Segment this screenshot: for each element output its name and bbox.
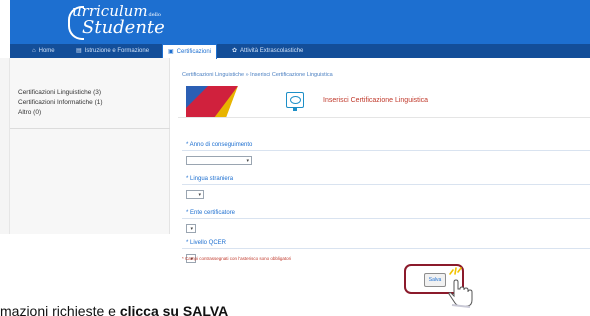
- hand-cursor-icon: [448, 279, 473, 308]
- required-fields-note: * Campi contrassegnati con l'asterisco s…: [182, 256, 292, 261]
- anno-select[interactable]: ▾: [186, 156, 252, 165]
- banner-flag-graphic: [186, 86, 238, 117]
- activity-icon: ✿: [232, 48, 238, 54]
- app-header: urriculumdello Studente: [10, 0, 590, 44]
- page-banner: Inserisci Certificazione Linguistica: [178, 86, 590, 118]
- breadcrumb[interactable]: Certificazioni Linguistiche » Inserisci …: [182, 72, 333, 78]
- main-content: Certificazioni Linguistiche » Inserisci …: [178, 58, 590, 303]
- main-nav: ⌂ Home ▤ Istruzione e Formazione ▣ Certific…: [10, 44, 590, 59]
- sidebar-divider: [10, 128, 170, 129]
- nav-item-home[interactable]: ⌂ Home: [32, 44, 55, 58]
- sidebar-item-informatiche[interactable]: Certificazioni Informatiche (1): [10, 98, 170, 108]
- field-label-lingua: * Lingua straniera: [186, 176, 234, 182]
- nav-item-attivita[interactable]: ✿ Attività Extrascolastiche: [232, 44, 303, 58]
- chevron-down-icon: ▾: [246, 158, 249, 164]
- home-icon: ⌂: [32, 48, 36, 54]
- field-divider: [182, 184, 590, 185]
- ente-select[interactable]: ▾: [186, 224, 196, 233]
- lingua-select[interactable]: ▾: [186, 190, 204, 199]
- chevron-down-icon: ▾: [198, 192, 201, 198]
- left-panel-edge: [0, 58, 10, 234]
- field-label-livello: * Livello QCER: [186, 240, 227, 246]
- field-divider: [182, 248, 590, 249]
- sidebar-item-linguistiche[interactable]: Certificazioni Linguistiche (3): [10, 88, 170, 98]
- caption-text: mazioni richieste e: [0, 303, 120, 316]
- instruction-caption: mazioni richieste e clicca su SALVA: [0, 303, 228, 316]
- education-icon: ▤: [76, 48, 82, 54]
- sidebar-list: Certificazioni Linguistiche (3) Certific…: [10, 88, 170, 118]
- field-label-anno: * Anno di conseguimento: [186, 142, 253, 148]
- field-label-ente: * Ente certificatore: [186, 210, 236, 216]
- sidebar-item-altro[interactable]: Altro (0): [10, 108, 170, 118]
- certificate-icon: ▣: [168, 49, 174, 55]
- field-divider: [182, 150, 590, 151]
- field-divider: [182, 218, 590, 219]
- nav-item-istruzione[interactable]: ▤ Istruzione e Formazione: [76, 44, 149, 58]
- save-button[interactable]: Salva: [424, 273, 446, 287]
- sidebar: Certificazioni Linguistiche (3) Certific…: [10, 58, 170, 234]
- caption-bold-text: clicca su SALVA: [119, 303, 229, 316]
- certificate-icon: [286, 92, 304, 111]
- logo-bottom-text: Studente: [82, 17, 165, 38]
- nav-item-certificazioni[interactable]: ▣ Certificazioni: [162, 44, 218, 59]
- page-title: Inserisci Certificazione Linguistica: [323, 97, 429, 104]
- sparkle-icon: [449, 267, 462, 275]
- chevron-down-icon: ▾: [190, 226, 193, 232]
